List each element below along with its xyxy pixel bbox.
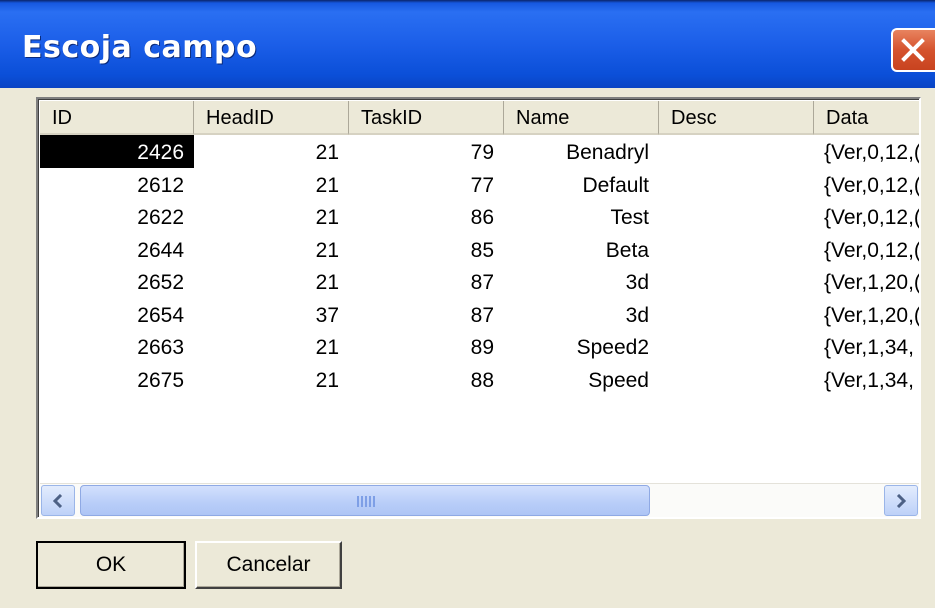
cell-id: 2675 (137, 368, 184, 392)
cell-headid: 21 (315, 173, 339, 197)
cell-headid: 37 (315, 303, 339, 327)
cancel-button[interactable]: Cancelar (195, 541, 342, 589)
cell-data: {Ver,0,12,( (824, 173, 921, 197)
cell-taskid: 77 (470, 173, 494, 197)
cell-headid: 21 (315, 141, 339, 164)
scroll-right-button[interactable] (884, 485, 918, 516)
arrow-left-icon (52, 494, 63, 508)
cell-id: 2644 (137, 238, 184, 262)
cell-id: 2426 (40, 135, 194, 168)
table-row[interactable]: 2652 21 87 3d {Ver,1,20,( (40, 265, 921, 298)
cell-name: Default (582, 173, 649, 197)
cell-desc (659, 363, 814, 396)
table-row[interactable]: 2675 21 88 Speed {Ver,1,34, (40, 363, 919, 396)
horizontal-scrollbar[interactable] (40, 483, 919, 517)
cell-desc (659, 200, 814, 233)
column-header-name[interactable]: Name (504, 101, 659, 135)
table-row[interactable]: 2622 21 86 Test {Ver,0,12,( (40, 200, 921, 233)
ok-button[interactable]: OK (36, 541, 186, 589)
cell-id: 2663 (137, 336, 184, 359)
window-title: Escoja campo (22, 30, 258, 65)
arrow-right-icon (896, 494, 907, 508)
list-rows: 2426 21 79 Benadryl {Ver,0,12,( 2612 21 77 Defau… (40, 135, 921, 396)
cell-taskid: 89 (470, 336, 494, 359)
field-list[interactable]: ID HeadID TaskID Name Desc Data 2426 21 79… (36, 97, 921, 519)
cell-headid: 21 (315, 206, 339, 229)
close-icon (901, 38, 925, 62)
scroll-left-button[interactable] (41, 485, 75, 516)
cell-name: Test (610, 206, 649, 229)
cell-desc (659, 298, 814, 331)
cell-taskid: 87 (470, 303, 494, 327)
column-header-taskid[interactable]: TaskID (349, 101, 504, 135)
cell-taskid: 87 (470, 271, 494, 294)
cell-headid: 21 (315, 271, 339, 294)
cell-data: {Ver,1,20,( (824, 303, 921, 327)
table-row[interactable]: 2426 21 79 Benadryl {Ver,0,12,( (40, 135, 921, 168)
cell-name: Benadryl (566, 141, 649, 164)
cell-desc (659, 265, 814, 298)
cell-taskid: 85 (470, 238, 494, 262)
column-header-data[interactable]: Data (814, 101, 919, 135)
cell-headid: 21 (315, 368, 339, 392)
cell-data: {Ver,0,12,( (824, 141, 921, 164)
cell-data: {Ver,1,20,( (824, 271, 921, 294)
table-row[interactable]: 2663 21 89 Speed2 {Ver,1,34, (40, 330, 919, 363)
column-header-id[interactable]: ID (40, 101, 194, 135)
cell-data: {Ver,0,12,( (824, 238, 921, 262)
column-header-desc[interactable]: Desc (659, 101, 814, 135)
cell-id: 2652 (137, 271, 184, 294)
cell-desc (659, 233, 814, 266)
cell-data: {Ver,1,34, (824, 368, 914, 392)
cell-name: Speed2 (576, 336, 649, 359)
table-row[interactable]: 2612 21 77 Default {Ver,0,12,( (40, 168, 921, 201)
cell-headid: 21 (315, 238, 339, 262)
title-bar[interactable]: Escoja campo (0, 0, 935, 88)
cell-taskid: 79 (470, 141, 494, 164)
cell-name: 3d (625, 303, 649, 327)
scrollbar-thumb[interactable] (80, 485, 650, 516)
table-row[interactable]: 2654 37 87 3d {Ver,1,20,( (40, 298, 921, 331)
close-button[interactable] (891, 28, 935, 72)
cell-taskid: 88 (470, 368, 494, 392)
cell-desc (659, 330, 814, 363)
cell-id: 2654 (137, 303, 184, 327)
cell-data: {Ver,0,12,( (824, 206, 921, 229)
cell-headid: 21 (315, 336, 339, 359)
cell-taskid: 86 (470, 206, 494, 229)
list-header: ID HeadID TaskID Name Desc Data (40, 101, 919, 135)
cell-id: 2612 (137, 173, 184, 197)
column-header-headid[interactable]: HeadID (194, 101, 349, 135)
cell-name: Beta (605, 238, 649, 262)
thumb-grip (357, 496, 375, 507)
cell-id: 2622 (137, 206, 184, 229)
cell-desc (659, 168, 814, 201)
cell-desc (659, 135, 814, 168)
cell-name: 3d (625, 271, 649, 294)
cell-data: {Ver,1,34, (824, 336, 914, 359)
table-row[interactable]: 2644 21 85 Beta {Ver,0,12,( (40, 233, 921, 266)
cell-name: Speed (588, 368, 649, 392)
